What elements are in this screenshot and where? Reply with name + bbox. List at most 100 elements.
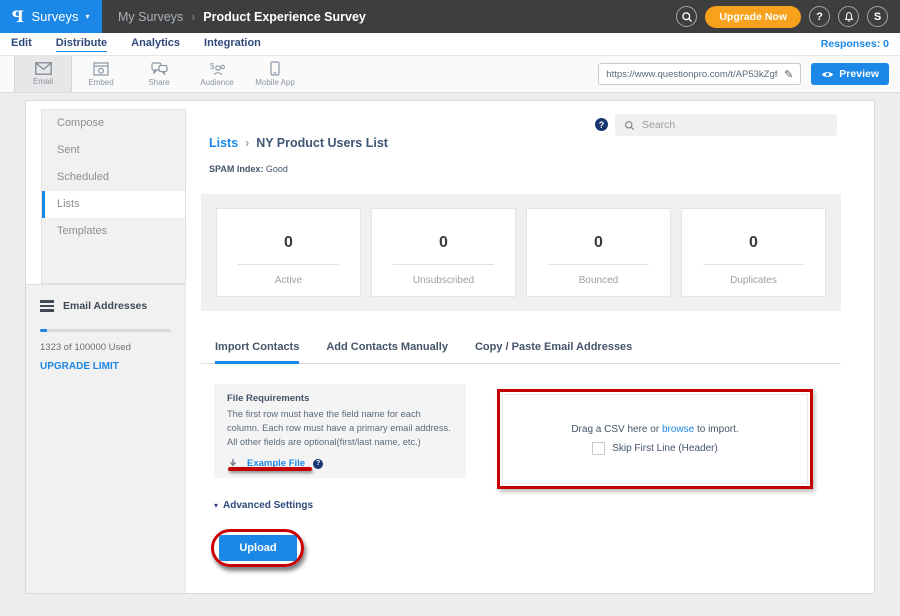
list-stats: 0 Active 0 Unsubscribed 0 Bounced 0 Dupl… [201, 194, 841, 311]
stat-card-bounced: 0 Bounced [526, 208, 671, 297]
sidebar-item-templates[interactable]: Templates [42, 218, 185, 245]
stat-card-active: 0 Active [216, 208, 361, 297]
search-box[interactable] [615, 114, 837, 136]
embed-icon [93, 62, 109, 76]
sidebar-item-compose[interactable]: Compose [42, 110, 185, 137]
survey-title: Product Experience Survey [203, 10, 366, 24]
search-input[interactable] [642, 119, 828, 131]
advanced-settings-toggle[interactable]: ▾ Advanced Settings [214, 500, 313, 511]
email-sidebar: Compose Sent Scheduled Lists Templates E… [26, 101, 186, 593]
annotation-underline-example-file [228, 467, 312, 471]
notifications-bell-icon[interactable] [838, 6, 859, 27]
channel-share[interactable]: Share [130, 56, 188, 92]
nav-tab-integration[interactable]: Integration [204, 37, 261, 51]
stat-label: Unsubscribed [372, 275, 515, 286]
tab-copy-paste-email-addresses[interactable]: Copy / Paste Email Addresses [475, 341, 632, 364]
question-glyph: ? [316, 460, 320, 467]
email-lists-panel: Compose Sent Scheduled Lists Templates E… [25, 100, 875, 594]
upload-button[interactable]: Upload [219, 535, 297, 561]
channel-embed[interactable]: Embed [72, 56, 130, 92]
usage-text: 1323 of 100000 Used [40, 342, 171, 353]
topbar-actions: Upgrade Now ? S [676, 6, 900, 28]
tab-import-contacts[interactable]: Import Contacts [215, 341, 299, 364]
survey-url-field[interactable]: https://www.questionpro.com/t/AP53kZgfo … [598, 63, 801, 85]
stat-value: 0 [217, 234, 360, 252]
skip-first-line-label: Skip First Line (Header) [612, 443, 718, 454]
sidebar-item-lists[interactable]: Lists [42, 191, 185, 218]
tab-add-contacts-manually[interactable]: Add Contacts Manually [326, 341, 448, 364]
chevron-right-icon: › [245, 136, 249, 150]
survey-url-group: https://www.questionpro.com/t/AP53kZgfo … [598, 56, 900, 92]
csv-dropzone[interactable]: Drag a CSV here or browse to import. Ski… [502, 394, 808, 484]
stat-card-duplicates: 0 Duplicates [681, 208, 826, 297]
share-icon [151, 62, 168, 76]
spam-index: SPAM Index: Good [209, 164, 288, 174]
dropzone-text-suffix: to import. [697, 424, 739, 435]
magnifier-glyph [681, 11, 693, 23]
preview-button[interactable]: Preview [811, 63, 889, 85]
svg-text:$: $ [210, 62, 215, 71]
bell-glyph [843, 11, 855, 23]
channel-mobile-app[interactable]: Mobile App [246, 56, 304, 92]
breadcrumb-lists-link[interactable]: Lists [209, 136, 238, 150]
contacts-tabs: Import Contacts Add Contacts Manually Co… [201, 341, 841, 364]
channel-email[interactable]: Email [14, 56, 72, 92]
stat-label: Active [217, 275, 360, 286]
email-addresses-header: Email Addresses [40, 300, 185, 312]
upgrade-now-button[interactable]: Upgrade Now [705, 6, 801, 28]
channel-label: Email [33, 77, 53, 86]
spam-index-label: SPAM Index: [209, 164, 263, 174]
list-icon [40, 300, 54, 312]
edit-url-pencil-icon[interactable]: ✎ [784, 68, 793, 81]
chevron-down-icon: ▾ [85, 12, 89, 21]
channel-label: Embed [88, 78, 113, 87]
nav-tab-edit[interactable]: Edit [11, 37, 32, 51]
help-icon[interactable]: ? [809, 6, 830, 27]
sidebar-item-scheduled[interactable]: Scheduled [42, 164, 185, 191]
responses-count[interactable]: Responses: 0 [821, 38, 900, 50]
example-file-help-icon[interactable]: ? [313, 459, 323, 469]
skip-first-line-checkbox[interactable] [592, 442, 605, 455]
usage-progress-bar [40, 329, 171, 332]
distribute-toolbar: Email Embed Share $ Audience Mobile App … [0, 55, 900, 93]
eye-icon [821, 70, 834, 79]
advanced-settings-label: Advanced Settings [223, 500, 313, 511]
email-icon [35, 62, 52, 75]
email-addresses-section: Email Addresses 1323 of 100000 Used UPGR… [26, 284, 186, 593]
help-icon[interactable]: ? [595, 118, 608, 131]
search-icon[interactable] [676, 6, 697, 27]
chevron-right-icon: › [191, 10, 195, 24]
dropzone-text-prefix: Drag a CSV here or [571, 424, 659, 435]
upgrade-limit-link[interactable]: UPGRADE LIMIT [40, 361, 119, 372]
screen: P Surveys ▾ My Surveys › Product Experie… [0, 0, 900, 616]
stat-label: Duplicates [682, 275, 825, 286]
breadcrumb-my-surveys[interactable]: My Surveys [118, 10, 183, 24]
user-avatar[interactable]: S [867, 6, 888, 27]
email-menu: Compose Sent Scheduled Lists Templates [41, 109, 186, 284]
preview-label: Preview [839, 68, 879, 80]
nav-tab-analytics[interactable]: Analytics [131, 37, 180, 51]
channel-label: Audience [200, 78, 233, 87]
spam-index-value: Good [266, 164, 288, 174]
mobile-app-icon [270, 61, 280, 76]
top-bar: P Surveys ▾ My Surveys › Product Experie… [0, 0, 900, 33]
breadcrumb: My Surveys › Product Experience Survey [118, 10, 366, 24]
skip-first-line-row: Skip First Line (Header) [592, 442, 718, 455]
stat-value: 0 [527, 234, 670, 252]
question-glyph: ? [599, 120, 605, 130]
list-detail-content: ? Lists › NY Product Users List SPAM Ind… [186, 101, 874, 593]
channel-label: Share [148, 78, 169, 87]
product-switcher[interactable]: P Surveys ▾ [0, 0, 102, 33]
questionpro-logo-icon: P [12, 7, 24, 26]
survey-url-value: https://www.questionpro.com/t/AP53kZgfo [606, 69, 778, 80]
browse-link[interactable]: browse [662, 424, 694, 435]
channel-audience[interactable]: $ Audience [188, 56, 246, 92]
survey-nav: Edit Distribute Analytics Integration Re… [0, 33, 900, 55]
nav-tab-distribute[interactable]: Distribute [56, 37, 107, 52]
usage-progress-fill [40, 329, 47, 332]
annotation-box-dropzone: Drag a CSV here or browse to import. Ski… [497, 389, 813, 489]
sidebar-item-sent[interactable]: Sent [42, 137, 185, 164]
stat-card-unsubscribed: 0 Unsubscribed [371, 208, 516, 297]
email-addresses-title: Email Addresses [63, 300, 147, 312]
channel-label: Mobile App [255, 78, 295, 87]
